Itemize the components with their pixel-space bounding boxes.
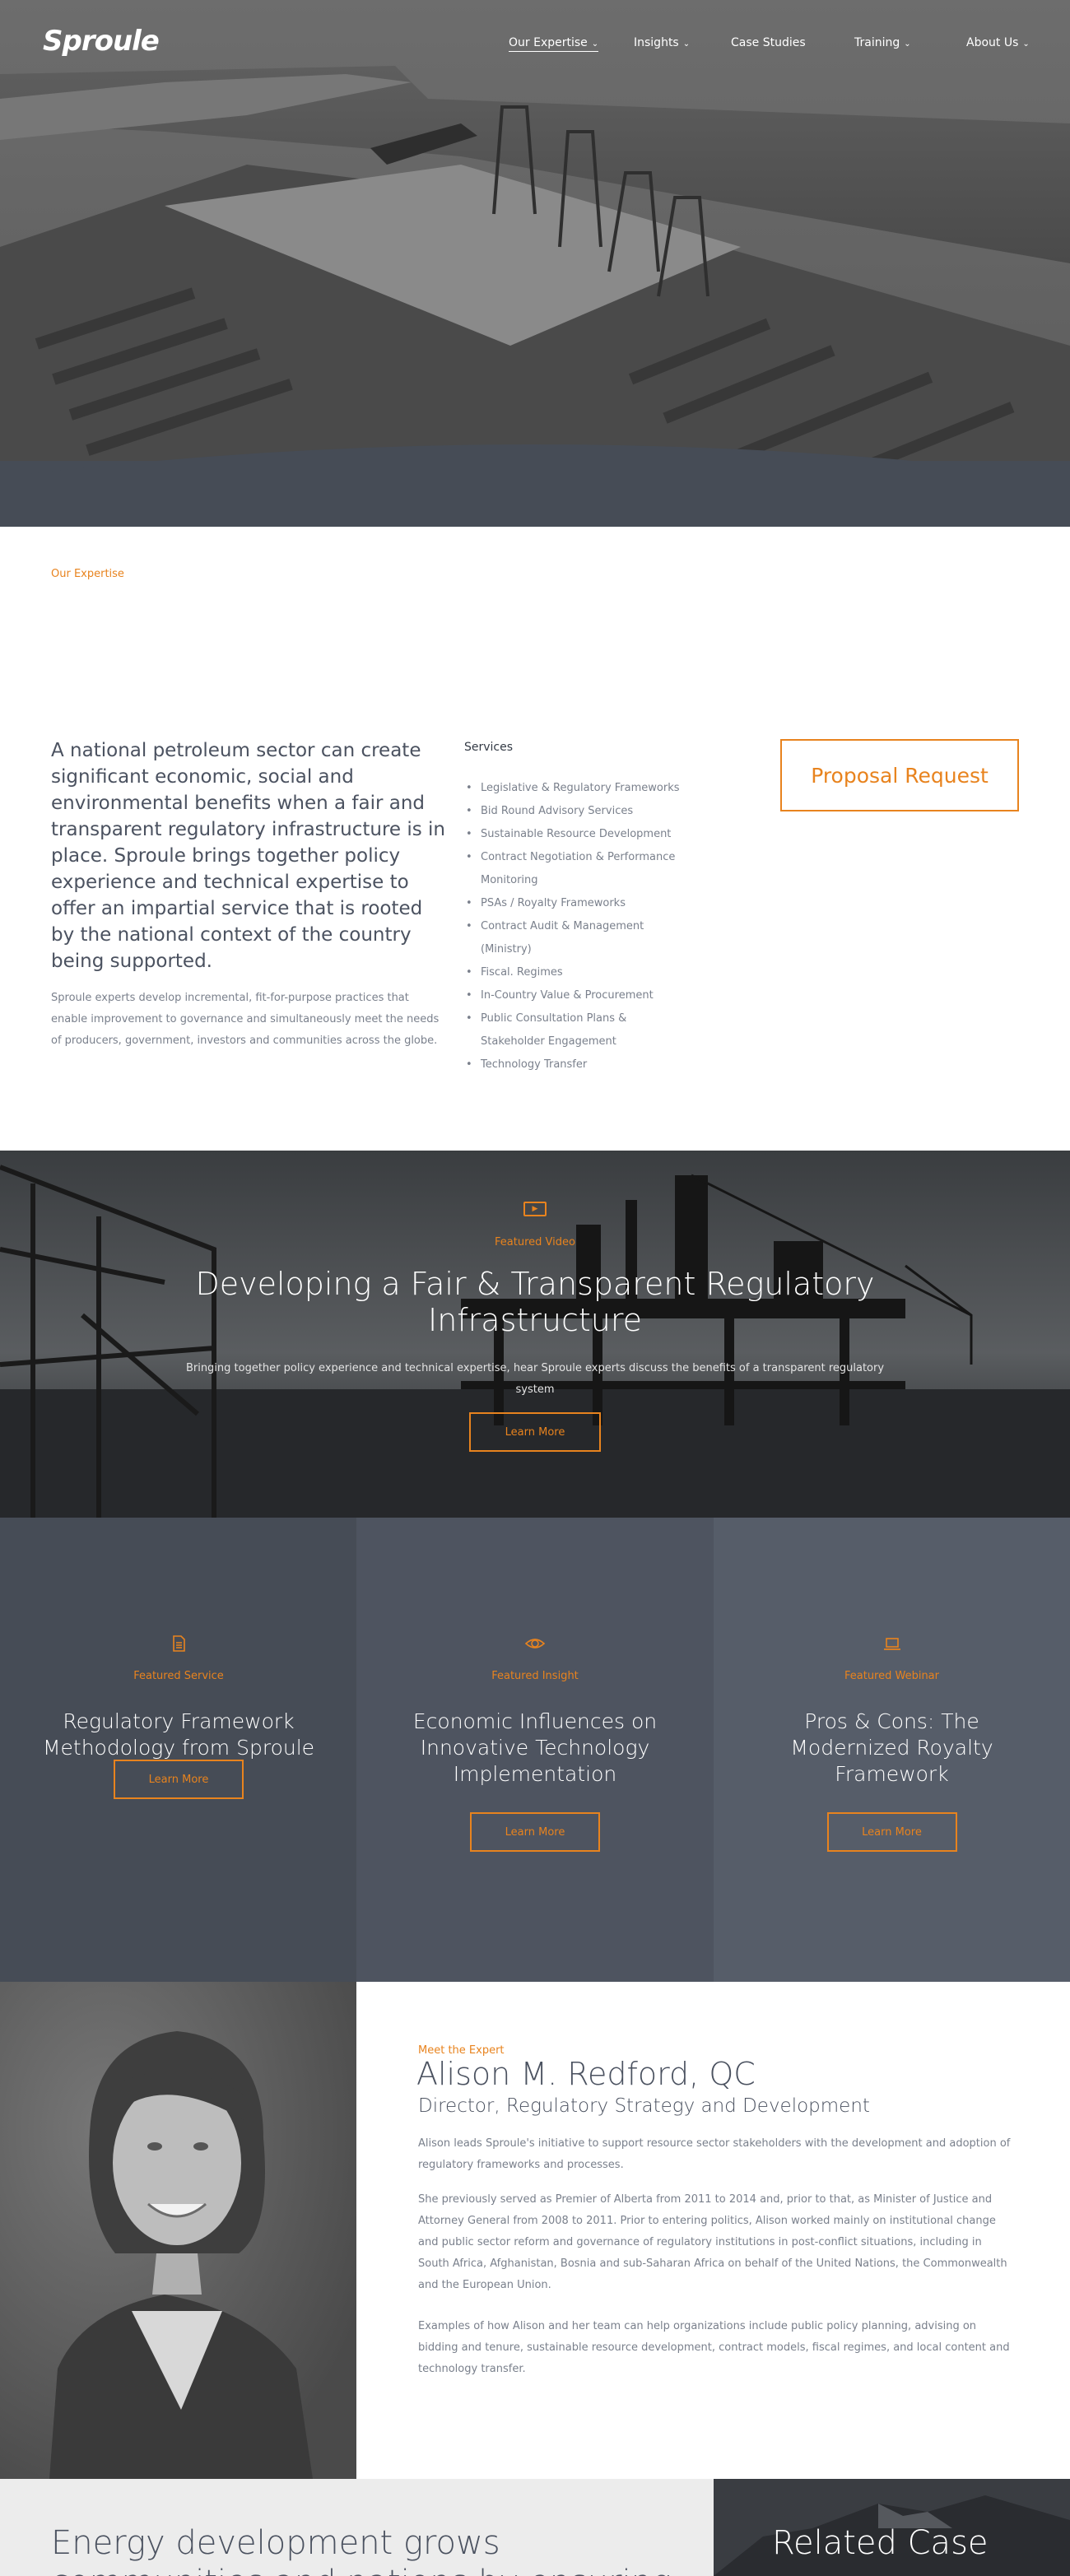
service-item: PSAs / Royalty Frameworks	[464, 892, 686, 915]
intro-sub: Sproule experts develop incremental, fit…	[51, 992, 440, 1047]
featured-eyebrow: Featured Webinar	[844, 1670, 939, 1682]
laptop-icon	[883, 1638, 900, 1650]
featured-title: Economic Influences on Innovative Techno…	[412, 1709, 658, 1786]
nav-case-studies[interactable]: Case Studies	[731, 36, 806, 49]
nav-label: Our Expertise	[509, 36, 588, 49]
chevron-down-icon: ⌄	[1022, 40, 1030, 49]
learn-more-button[interactable]: Learn More	[114, 1760, 244, 1799]
video-subtitle: Bringing together policy experience and …	[185, 1362, 885, 1396]
service-item: Legislative & Regulatory Frameworks	[464, 777, 686, 800]
featured-service-card: Featured Service Regulatory Framework Me…	[0, 1518, 357, 1982]
expert-paragraph: Alison leads Sproule's initiative to sup…	[418, 2137, 1011, 2171]
service-item: Contract Negotiation & Performance Monit…	[464, 846, 686, 892]
service-item: Public Consultation Plans & Stakeholder …	[464, 1007, 686, 1053]
video-icon: ▶	[523, 1202, 547, 1216]
featured-title: Pros & Cons: The Modernized Royalty Fram…	[790, 1709, 993, 1786]
learn-more-button[interactable]: Learn More	[470, 1812, 600, 1852]
nav-label: Insights	[634, 36, 679, 49]
featured-video-section: ▶ Featured Video Developing a Fair & Tra…	[0, 1151, 1070, 1518]
services-list: Legislative & Regulatory Frameworks Bid …	[464, 777, 686, 1076]
video-title: Developing a Fair & Transparent Regulato…	[195, 1266, 875, 1338]
service-item: Sustainable Resource Development	[464, 823, 686, 846]
expert-name: Alison M. Redford, QC	[416, 2056, 756, 2092]
services-heading: Services	[464, 741, 514, 754]
featured-eyebrow: Featured Insight	[491, 1670, 579, 1682]
service-item: Fiscal. Regimes	[464, 961, 686, 984]
nav-training[interactable]: Training ⌄	[854, 36, 911, 49]
nav-label: Training	[854, 36, 900, 49]
chevron-down-icon: ⌄	[682, 40, 691, 49]
service-item: Contract Audit & Management (Ministry)	[464, 915, 686, 961]
hero-curve	[0, 444, 1070, 477]
nav-about-us[interactable]: About Us ⌄	[966, 36, 1030, 49]
expert-eyebrow: Meet the Expert	[418, 2044, 505, 2057]
chevron-down-icon: ⌄	[904, 40, 911, 49]
nav-insights[interactable]: Insights ⌄	[634, 36, 690, 49]
proposal-request-button[interactable]: Proposal Request	[780, 739, 1019, 811]
expert-portrait	[0, 1982, 356, 2479]
bottom-callout-title: Energy development grows communities and…	[51, 2524, 672, 2576]
hero-eyebrow: Our Expertise	[51, 568, 124, 580]
nav-our-expertise[interactable]: Our Expertise ⌄	[509, 36, 599, 52]
expert-paragraph: She previously served as Premier of Albe…	[418, 2193, 1007, 2291]
intro-lead: A national petroleum sector can create s…	[51, 740, 446, 972]
sproule-logo[interactable]: Sproule	[43, 25, 160, 58]
portrait-illustration	[0, 1982, 356, 2479]
service-item: In-Country Value & Procurement	[464, 984, 686, 1007]
featured-eyebrow: Featured Service	[133, 1670, 224, 1682]
featured-title: Regulatory Framework Methodology from Sp…	[42, 1709, 315, 1760]
learn-more-button[interactable]: Learn More	[826, 1812, 957, 1852]
document-icon	[173, 1635, 185, 1652]
related-case-title: Related Case	[772, 2524, 989, 2562]
nav-label: About Us	[966, 36, 1019, 49]
eye-icon	[524, 1639, 546, 1648]
top-navigation: Sproule Our Expertise ⌄ Insights ⌄ Case St…	[0, 0, 1070, 91]
service-item: Bid Round Advisory Services	[464, 800, 686, 823]
service-item: Technology Transfer	[464, 1053, 686, 1076]
featured-webinar-card: Featured Webinar Pros & Cons: The Modern…	[714, 1518, 1070, 1982]
nav-label: Case Studies	[731, 36, 806, 49]
expert-role: Director, Regulatory Strategy and Develo…	[418, 2095, 870, 2117]
video-learn-more-button[interactable]: Learn More	[469, 1412, 601, 1452]
page-title: Regulatory Strategy & Development	[51, 583, 738, 628]
chevron-down-icon: ⌄	[591, 40, 599, 49]
video-eyebrow: Featured Video	[495, 1236, 575, 1248]
expert-paragraph: Examples of how Alison and her team can …	[418, 2320, 1010, 2375]
featured-insight-card: Featured Insight Economic Influences on …	[356, 1518, 714, 1982]
